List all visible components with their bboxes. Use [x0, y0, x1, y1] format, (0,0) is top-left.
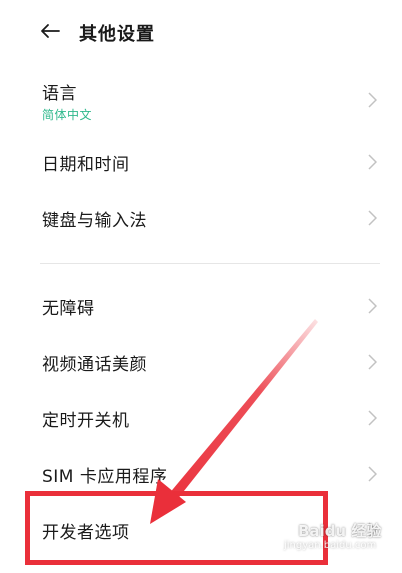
settings-item-sim-apps[interactable]: SIM 卡应用程序: [0, 462, 402, 490]
section-divider: [40, 263, 380, 264]
settings-item-date-time[interactable]: 日期和时间: [0, 150, 402, 178]
watermark-logo: Baidu 经验: [298, 522, 382, 540]
settings-item-label: 日期和时间: [42, 155, 130, 175]
watermark-url: jingyan.baidu.com: [284, 540, 377, 551]
chevron-right-icon: [368, 410, 377, 426]
chevron-right-icon: [368, 154, 377, 170]
arrow-left-icon[interactable]: [40, 23, 60, 39]
settings-item-label: 键盘与输入法: [42, 211, 147, 231]
settings-item-label: 语言: [42, 84, 77, 104]
settings-item-sub: 简体中文: [42, 108, 93, 122]
chevron-right-icon: [368, 298, 377, 314]
settings-item-label: SIM 卡应用程序: [42, 467, 168, 487]
chevron-right-icon: [368, 354, 377, 370]
chevron-right-icon: [368, 92, 377, 108]
settings-item-label: 定时开关机: [42, 411, 130, 431]
highlight-box: [25, 491, 328, 565]
settings-item-keyboard[interactable]: 键盘与输入法: [0, 206, 402, 234]
settings-item-label: 视频通话美颜: [42, 355, 147, 375]
page-title: 其他设置: [79, 24, 155, 45]
chevron-right-icon: [368, 210, 377, 226]
header-bar: 其他设置: [0, 10, 402, 54]
settings-item-video-beauty[interactable]: 视频通话美颜: [0, 350, 402, 378]
chevron-right-icon: [368, 466, 377, 482]
settings-item-language[interactable]: 语言 简体中文: [0, 78, 402, 126]
settings-item-scheduled-power[interactable]: 定时开关机: [0, 406, 402, 434]
settings-item-label: 无障碍: [42, 299, 95, 319]
settings-item-accessibility[interactable]: 无障碍: [0, 294, 402, 322]
